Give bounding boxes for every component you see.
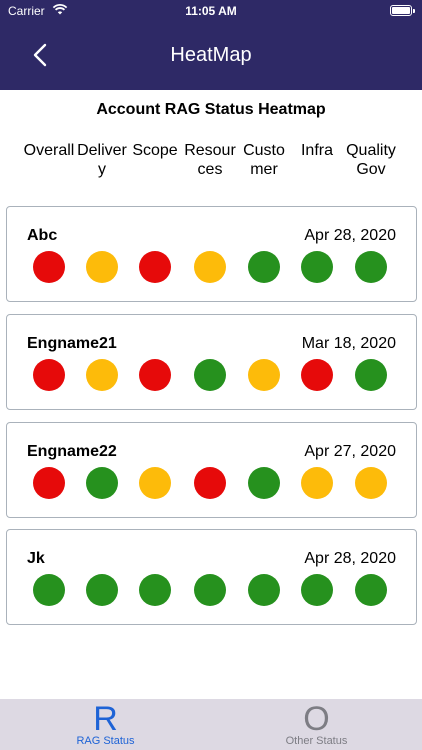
status-dot-green <box>355 251 387 283</box>
status-dot-green <box>355 574 387 606</box>
status-dot-yellow <box>139 467 171 499</box>
column-header: Custo mer <box>237 141 291 179</box>
status-dot-green <box>194 574 226 606</box>
tab-bar: R RAG Status O Other Status <box>0 699 422 750</box>
account-card[interactable]: Engname21 Mar 18, 2020 <box>6 314 417 410</box>
status-dot-green <box>86 574 118 606</box>
status-dot-yellow <box>86 251 118 283</box>
battery-icon <box>390 5 415 16</box>
status-dot-red <box>139 251 171 283</box>
status-dot-green <box>355 359 387 391</box>
account-date: Apr 28, 2020 <box>304 227 396 244</box>
account-name: Abc <box>27 227 58 244</box>
column-header-line: Quality <box>346 142 396 159</box>
status-dot-green <box>248 251 280 283</box>
tab-label: RAG Status <box>76 735 135 747</box>
account-card[interactable]: Jk Apr 28, 2020 <box>6 529 417 625</box>
account-date: Apr 28, 2020 <box>304 550 396 567</box>
status-dot-yellow <box>355 467 387 499</box>
status-dot-green <box>248 574 280 606</box>
column-header: Scope <box>128 141 182 160</box>
nav-header: Carrier 11:05 AM HeatMap <box>0 0 422 90</box>
column-header: Quality Gov <box>344 141 398 179</box>
column-header: Resour ces <box>183 141 237 179</box>
column-headers: Overall Deliver y Scope Resour ces Custo mer Inf… <box>0 141 422 181</box>
status-dot-red <box>139 359 171 391</box>
status-dot-red <box>301 359 333 391</box>
status-dot-yellow <box>301 467 333 499</box>
heatmap-title: Account RAG Status Heatmap <box>96 101 326 118</box>
status-dot-green <box>301 574 333 606</box>
status-bar: Carrier 11:05 AM <box>0 0 422 22</box>
tab-other-status[interactable]: O Other Status <box>211 699 422 750</box>
status-dot-red <box>33 359 65 391</box>
account-card[interactable]: Abc Apr 28, 2020 <box>6 206 417 302</box>
account-date: Apr 27, 2020 <box>304 443 396 460</box>
clock: 11:05 AM <box>185 4 237 18</box>
column-header-line: Scope <box>132 142 178 159</box>
rag-status-icon: R <box>93 700 118 738</box>
status-dot-green <box>248 467 280 499</box>
status-dot-green <box>194 359 226 391</box>
page-title: HeatMap <box>170 44 252 66</box>
column-header-line: Custo <box>243 142 285 159</box>
column-header-line: ces <box>197 161 223 178</box>
account-name: Jk <box>27 550 45 567</box>
tab-rag-status[interactable]: R RAG Status <box>0 699 211 750</box>
account-date: Mar 18, 2020 <box>301 335 396 352</box>
status-dot-red <box>33 467 65 499</box>
column-header-line: mer <box>250 161 278 178</box>
column-header-line: Resour <box>184 142 236 159</box>
column-header-line: Overall <box>23 142 75 159</box>
column-header-line: y <box>98 161 106 178</box>
column-header: Infra <box>290 141 344 160</box>
status-dot-green <box>139 574 171 606</box>
status-dot-red <box>33 251 65 283</box>
status-dot-yellow <box>86 359 118 391</box>
status-dot-green <box>301 251 333 283</box>
account-name: Engname22 <box>27 443 117 460</box>
column-header-line: Infra <box>300 142 333 159</box>
column-header-line: Deliver <box>77 142 127 159</box>
other-status-icon: O <box>303 700 330 738</box>
account-card[interactable]: Engname22 Apr 27, 2020 <box>6 422 417 518</box>
account-name: Engname21 <box>27 335 117 352</box>
status-dot-green <box>33 574 65 606</box>
status-dot-yellow <box>194 251 226 283</box>
tab-label: Other Status <box>285 735 348 747</box>
column-header: Deliver y <box>75 141 129 179</box>
column-header-line: Gov <box>356 161 386 178</box>
column-header: Overall <box>22 141 76 160</box>
status-dot-green <box>86 467 118 499</box>
status-dot-red <box>194 467 226 499</box>
status-dot-yellow <box>248 359 280 391</box>
